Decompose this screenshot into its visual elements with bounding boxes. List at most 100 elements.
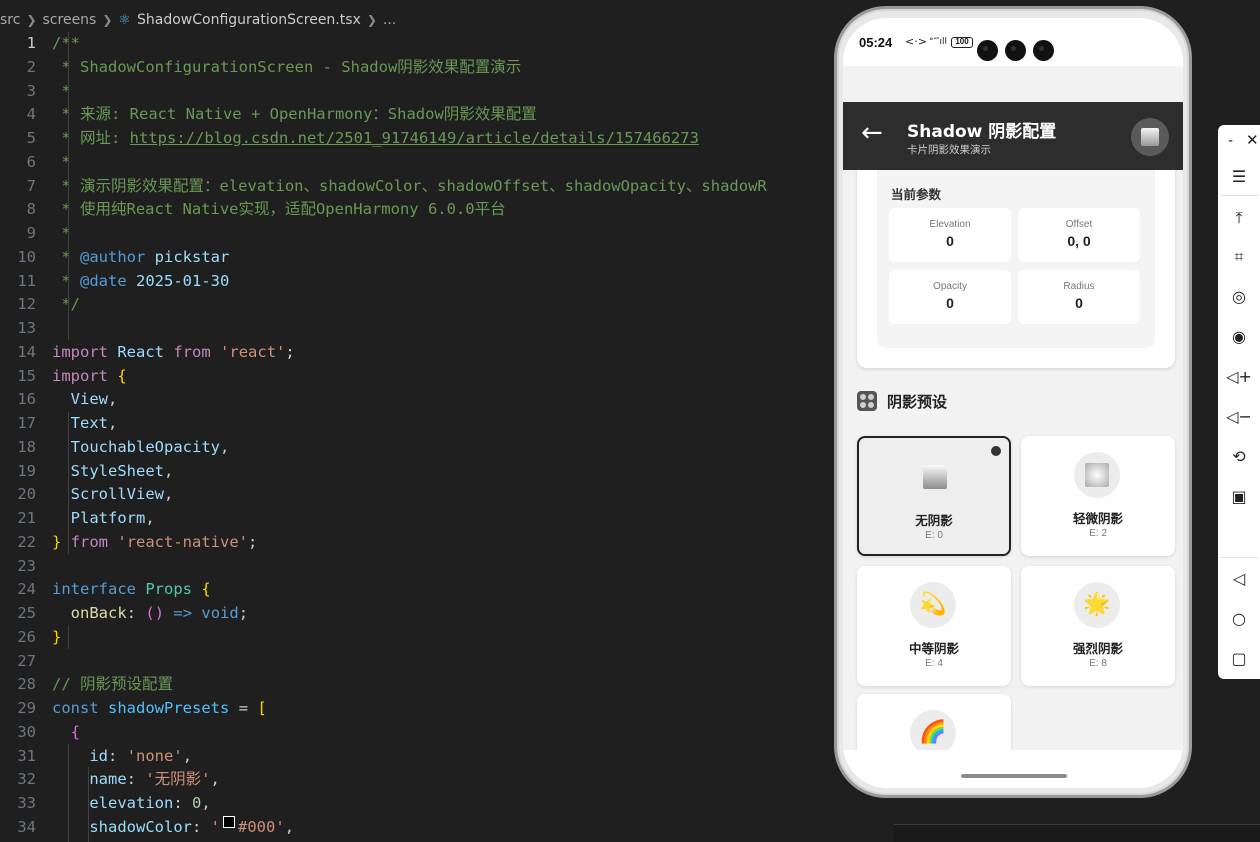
source-link[interactable]: https://blog.csdn.net/2501_91746149/arti…: [130, 127, 699, 151]
param-label: Elevation: [929, 219, 971, 230]
camera-icon: [1005, 40, 1026, 61]
preset-elevation: E: 0: [925, 530, 943, 541]
param-value: 0: [946, 295, 954, 311]
dizzy-icon: 💫: [910, 582, 956, 628]
record-icon[interactable]: ◉: [1218, 327, 1260, 347]
home-nav-icon[interactable]: ○: [1218, 609, 1260, 629]
back-arrow-icon[interactable]: ←: [861, 118, 883, 148]
code-line: 21 Platform,: [17, 509, 155, 527]
code-line: 14 import React from 'react';: [17, 342, 295, 361]
code-area[interactable]: 1/** 2 * ShadowConfigurationScreen - Sha…: [0, 32, 835, 842]
param-opacity: Opacity 0: [889, 270, 1011, 324]
bottom-panel: [894, 824, 1260, 842]
chevron-right-icon: ❯: [366, 13, 377, 27]
chevron-right-icon: ❯: [102, 13, 113, 27]
minimize-icon[interactable]: -: [1228, 133, 1233, 149]
home-indicator[interactable]: [961, 774, 1067, 778]
scroll-content[interactable]: 当前参数 Elevation 0 Offset 0, 0 Opacity 0 R…: [843, 170, 1183, 750]
volume-up-icon[interactable]: ◁+: [1218, 367, 1260, 387]
breadcrumb-file[interactable]: ShadowConfigurationScreen.tsx: [137, 12, 361, 28]
code-line: 18 TouchableOpacity,: [17, 437, 230, 456]
code-line: 6 *: [26, 152, 71, 171]
code-line: 30 {: [17, 722, 81, 741]
back-nav-icon[interactable]: ◁: [1218, 569, 1260, 589]
status-bar: 05:24 <·> °⁗ıll 100: [843, 18, 1183, 66]
code-line: 1/**: [26, 34, 80, 52]
camera-icon: [977, 40, 998, 61]
camera-icon: [1033, 40, 1054, 61]
code-line: 31 id: 'none',: [17, 746, 193, 765]
preset-name: 轻微阴影: [1072, 511, 1123, 526]
code-line: 17 Text,: [17, 414, 118, 432]
breadcrumb-more[interactable]: ...: [383, 12, 396, 28]
code-line: 2 * ShadowConfigurationScreen - Shadow阴影…: [26, 57, 522, 76]
react-file-icon: ⚛: [118, 12, 131, 28]
pin-top-icon[interactable]: ⤒: [1218, 208, 1260, 228]
preset-card-light[interactable]: 轻微阴影 E: 2: [1021, 436, 1175, 556]
params-title: 当前参数: [891, 187, 942, 202]
emulator-toolbar: - ✕ ☰ ⤒ ⌗ ◎ ◉ ◁+ ◁− ⟲ ▣ ◁ ○ ▢: [1218, 125, 1260, 679]
chevron-right-icon: ❯: [26, 13, 37, 27]
preset-name: 无阴影: [915, 513, 953, 528]
code-line: 22} from 'react-native';: [17, 532, 258, 551]
code-line: 32 name: '无阴影',: [17, 770, 220, 789]
param-value: 0: [1075, 295, 1083, 311]
params-panel: 当前参数 Elevation 0 Offset 0, 0 Opacity 0 R…: [877, 170, 1155, 348]
code-line: 4 * 来源: React Native + OpenHarmony：Shado…: [26, 105, 537, 124]
code-line: 16 View,: [17, 390, 118, 409]
param-label: Offset: [1065, 219, 1093, 230]
indent-guide: [68, 412, 69, 554]
soft-square-icon: [1074, 452, 1120, 498]
code-line: 27: [17, 651, 36, 670]
menu-icon[interactable]: ☰: [1218, 167, 1260, 187]
code-line: 7 * 演示阴影效果配置：elevation、shadowColor、shado…: [26, 176, 767, 195]
preset-card-colorful[interactable]: 🌈: [857, 694, 1011, 750]
preset-title: 阴影预设: [887, 392, 948, 411]
grid-icon: [857, 391, 877, 411]
sun-icon: 🌟: [1074, 582, 1120, 628]
preset-card-none[interactable]: 无阴影 E: 0: [857, 436, 1011, 556]
code-line: 5 * 网址: https://blog.csdn.net/2501_91746…: [0, 127, 835, 151]
phone-screen: 05:24 <·> °⁗ıll 100 ← Shadow 阴影配置 卡片阴影效果…: [843, 18, 1183, 788]
preset-card-strong[interactable]: 🌟 强烈阴影 E: 8: [1021, 566, 1175, 686]
volume-down-icon[interactable]: ◁−: [1218, 407, 1260, 427]
preset-card-medium[interactable]: 💫 中等阴影 E: 4: [857, 566, 1011, 686]
color-swatch[interactable]: [223, 815, 236, 828]
code-line: 10 * @author pickstar: [17, 247, 230, 266]
preset-elevation: E: 4: [925, 658, 943, 669]
param-radius: Radius 0: [1018, 270, 1140, 324]
header-subtitle: 卡片阴影效果演示: [907, 144, 991, 156]
recent-nav-icon[interactable]: ▢: [1218, 649, 1260, 669]
crop-icon[interactable]: ⌗: [1218, 247, 1260, 267]
divider: [1220, 195, 1258, 196]
param-label: Radius: [1063, 281, 1095, 292]
selected-indicator: [991, 446, 1001, 456]
indent-guide: [68, 744, 69, 842]
rainbow-icon: 🌈: [910, 710, 956, 750]
code-line: 13: [17, 319, 36, 337]
param-value: 0, 0: [1067, 233, 1091, 249]
header-avatar[interactable]: [1131, 118, 1169, 156]
indent-guide: [68, 625, 69, 649]
close-icon[interactable]: ✕: [1246, 131, 1259, 149]
indent-guide: [88, 767, 89, 842]
code-line: 20 ScrollView,: [17, 485, 174, 504]
fold-icon[interactable]: ▣: [1218, 487, 1260, 507]
code-line: 26}: [17, 627, 62, 646]
preset-elevation: E: 2: [1089, 528, 1107, 539]
network-icon: <·>: [905, 35, 927, 48]
code-line: 33 elevation: 0,: [17, 794, 211, 812]
signal-icon: °⁗ıll: [929, 37, 947, 47]
header-title: Shadow 阴影配置: [907, 122, 1057, 142]
breadcrumb-src[interactable]: src: [0, 12, 20, 28]
param-elevation: Elevation 0: [889, 208, 1011, 262]
code-line: 9 *: [26, 224, 71, 242]
breadcrumb-screens[interactable]: screens: [43, 12, 97, 28]
rotate-icon[interactable]: ⟲: [1218, 447, 1260, 467]
code-line: 25 onBack: () => void;: [17, 604, 249, 622]
screenshot-icon[interactable]: ◎: [1218, 287, 1260, 307]
code-line: 12 */: [17, 295, 80, 314]
param-label: Opacity: [933, 281, 967, 292]
param-value: 0: [946, 233, 954, 249]
status-time: 05:24: [859, 35, 893, 50]
